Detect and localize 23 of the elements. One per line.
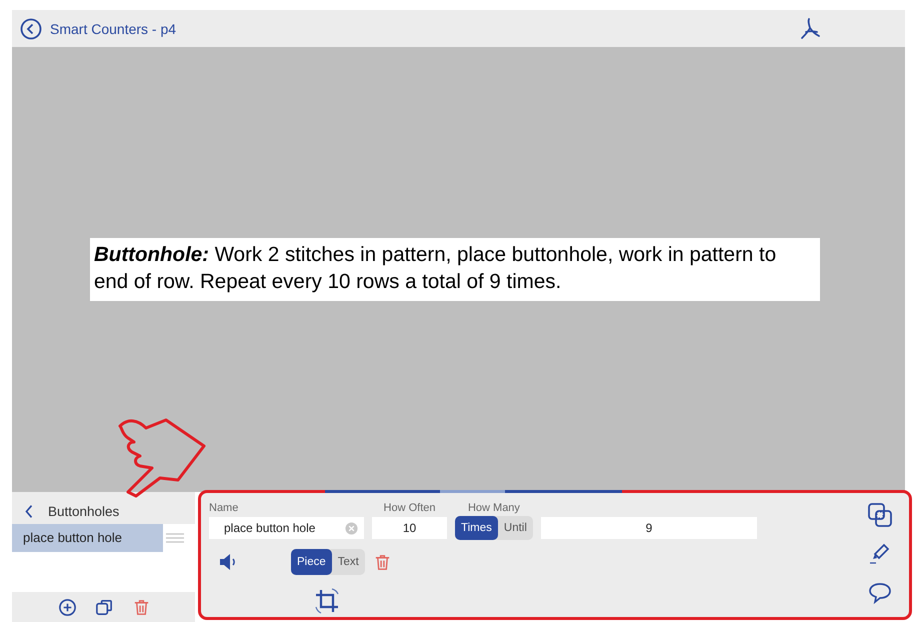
name-field[interactable]: place button hole xyxy=(209,517,364,539)
comment-icon[interactable] xyxy=(867,580,893,606)
list-title: Buttonholes xyxy=(48,504,120,518)
copy-icon[interactable] xyxy=(95,598,114,617)
list-item[interactable]: place button hole xyxy=(12,524,163,552)
add-icon[interactable] xyxy=(58,598,77,617)
field-label: How Many xyxy=(466,502,521,515)
field-label: How Often xyxy=(382,502,436,515)
segment-button[interactable]: Times xyxy=(455,516,498,540)
drag-handle-icon[interactable] xyxy=(166,533,184,543)
count-field[interactable]: 9 xyxy=(540,517,757,539)
segment-button[interactable]: Piece xyxy=(291,548,332,574)
trash-icon[interactable] xyxy=(132,598,151,617)
segment-button[interactable]: Until xyxy=(498,516,533,540)
back-icon[interactable] xyxy=(20,18,42,40)
back-icon[interactable] xyxy=(24,504,34,518)
pattern-text: Buttonhole: Work 2 stitches in pattern, place buttonhole, work in pattern to end of row. Repeat every 10 rows a total of 9 times. xyxy=(90,238,820,301)
screen-title: Smart Counters - p4 xyxy=(50,20,176,36)
how-often-field[interactable]: 10 xyxy=(372,517,447,539)
pdf-icon[interactable] xyxy=(798,16,822,40)
select-icon[interactable] xyxy=(867,502,893,528)
field-label: Name xyxy=(209,502,240,515)
segment-button[interactable]: Text xyxy=(332,548,365,574)
